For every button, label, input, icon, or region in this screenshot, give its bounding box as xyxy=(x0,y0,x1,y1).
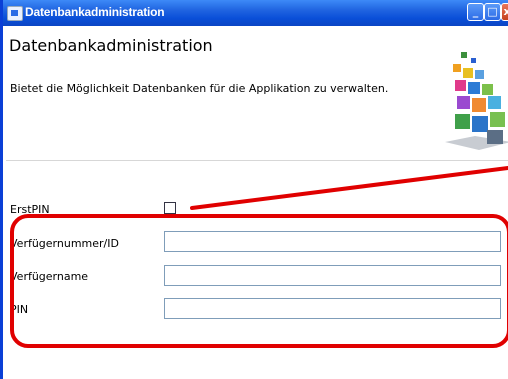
annotation-highlight-box xyxy=(10,214,508,348)
annotation-overlay xyxy=(10,166,508,348)
annotation-arrow-line xyxy=(190,166,508,210)
